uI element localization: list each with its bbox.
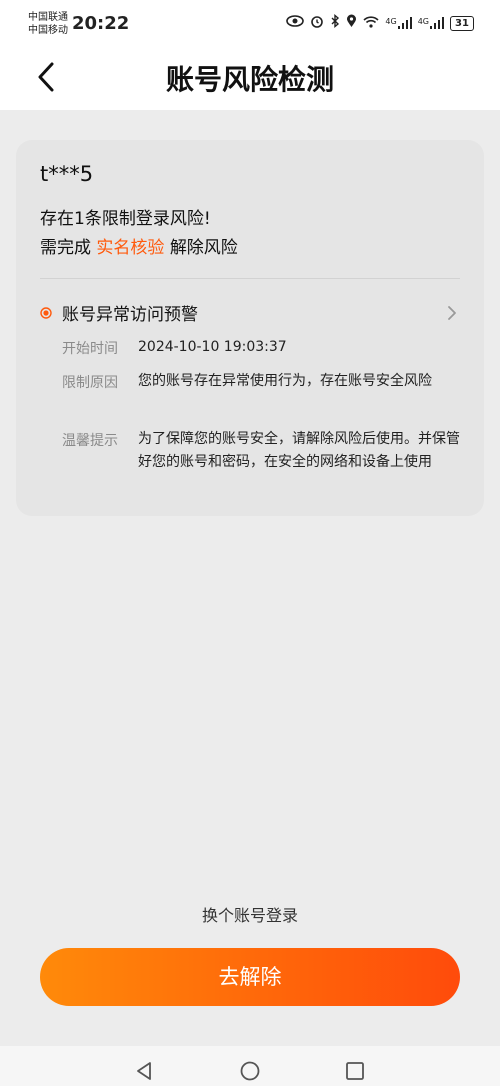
tip-label: 温馨提示 [62, 433, 118, 449]
carrier-info: 中国联通 中国移动 [28, 11, 68, 37]
carrier-2: 中国移动 [28, 25, 68, 36]
status-time: 20:22 [72, 13, 130, 34]
reason-value: 您的账号存在异常使用行为，存在账号安全风险 [138, 373, 432, 389]
wifi-icon [363, 15, 379, 32]
nav-recent-icon[interactable] [346, 1062, 364, 1080]
switch-account-link[interactable]: 换个账号登录 [0, 902, 500, 926]
battery-icon: 31 [450, 15, 474, 31]
eye-icon [286, 15, 305, 31]
header: 账号风险检测 [0, 48, 500, 110]
alert-title: 账号异常访问预警 [62, 305, 198, 325]
alert-item[interactable]: 账号异常访问预警 [40, 300, 460, 326]
risk-card: t***5 存在1条限制登录风险! 需完成 实名核验 解除风险 账号异常访问预警… [16, 140, 484, 516]
chevron-right-icon [448, 306, 456, 320]
status-bar: 中国联通 中国移动 20:22 4G 4G 31 [0, 0, 500, 48]
bluetooth-icon [330, 14, 340, 32]
signal-1-icon: 4G [385, 17, 412, 29]
alert-dot-icon [40, 307, 52, 319]
start-time-value: 2024-10-10 19:03:37 [138, 339, 287, 355]
real-name-verify-link[interactable]: 实名核验 [96, 238, 164, 258]
resolve-button[interactable]: 去解除 [40, 948, 460, 1006]
network-type-2: 4G [417, 17, 429, 26]
nav-back-icon[interactable] [134, 1061, 154, 1081]
requirement-prefix: 需完成 [40, 238, 91, 258]
tip-value: 为了保障您的账号安全，请解除风险后使用。并保管好您的账号和密码，在安全的网络和设… [138, 431, 460, 470]
nav-home-icon[interactable] [240, 1061, 260, 1081]
carrier-1: 中国联通 [28, 12, 68, 23]
requirement-line: 需完成 实名核验 解除风险 [40, 233, 238, 258]
masked-account: t***5 [40, 162, 94, 186]
system-nav-bar [0, 1046, 500, 1086]
network-type-1: 4G [385, 17, 397, 26]
system-icons: 4G 4G 31 [286, 14, 474, 32]
divider [40, 278, 460, 279]
signal-2-icon: 4G [418, 17, 444, 29]
alarm-icon [310, 14, 324, 32]
location-icon [346, 14, 357, 32]
page-title: 账号风险检测 [165, 63, 334, 96]
start-time-label: 开始时间 [62, 341, 118, 357]
risk-summary: 存在1条限制登录风险! [40, 209, 211, 229]
reason-label: 限制原因 [62, 375, 118, 391]
requirement-suffix: 解除风险 [169, 238, 238, 258]
